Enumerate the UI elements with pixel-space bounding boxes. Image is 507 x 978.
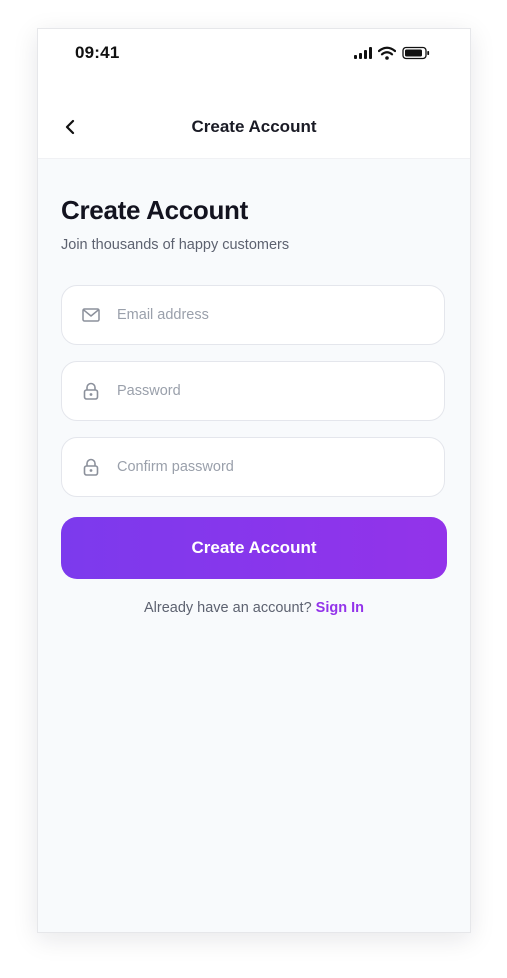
signin-prompt: Already have an account? bbox=[143, 600, 312, 616]
nav-title: Create Account bbox=[191, 117, 317, 136]
confirm-password-input[interactable] bbox=[115, 458, 419, 476]
wifi-icon bbox=[378, 46, 396, 60]
create-account-button[interactable]: Create Account bbox=[61, 517, 447, 579]
email-input[interactable] bbox=[115, 306, 419, 324]
signal-icon bbox=[354, 47, 372, 59]
confirm-password-field[interactable] bbox=[61, 437, 445, 497]
signin-link[interactable]: Sign In bbox=[316, 600, 364, 616]
email-field[interactable] bbox=[61, 285, 445, 345]
signin-row: Already have an account? Sign In bbox=[38, 600, 470, 616]
mail-icon bbox=[81, 305, 101, 325]
page-title: Create Account bbox=[61, 195, 248, 225]
battery-icon bbox=[402, 46, 430, 60]
top-bar: 09:41 Create Account bbox=[38, 29, 470, 159]
status-time: 09:41 bbox=[75, 43, 120, 62]
password-input[interactable] bbox=[115, 382, 419, 400]
password-field[interactable] bbox=[61, 361, 445, 421]
page-subtitle: Join thousands of happy customers bbox=[61, 237, 290, 253]
lock-icon bbox=[81, 381, 101, 401]
lock-icon bbox=[81, 457, 101, 477]
status-icons bbox=[354, 45, 430, 61]
phone-frame: 09:41 Create Account Create Account Join… bbox=[37, 28, 471, 933]
